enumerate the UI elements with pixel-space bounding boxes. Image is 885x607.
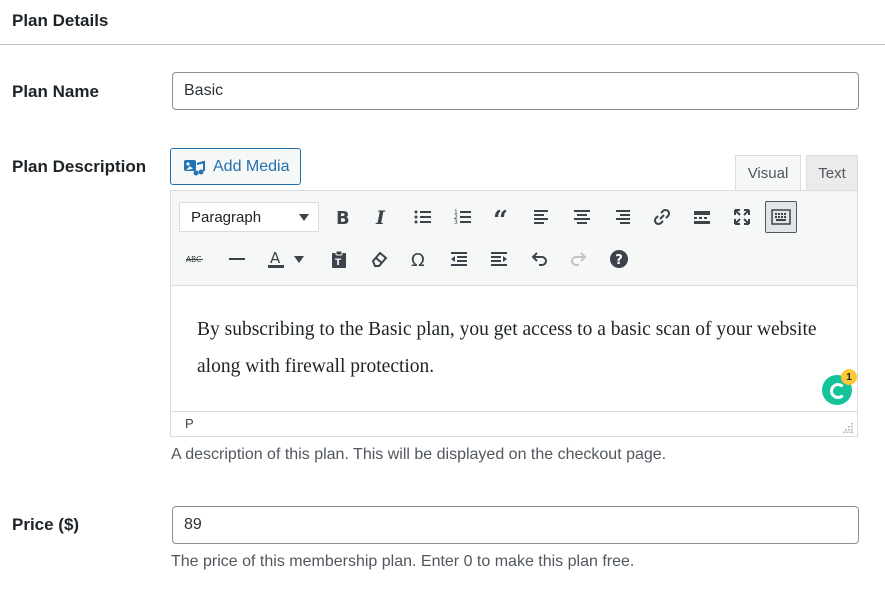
format-select[interactable]: Paragraph [179,202,319,232]
svg-text:I: I [375,207,386,227]
section-header: Plan Details [0,0,885,45]
svg-text:Ω: Ω [411,250,425,269]
chevron-down-icon [294,255,304,263]
undo-icon[interactable] [523,243,555,275]
editor-toolbar: Paragraph B I 123 “ ABC A T Ω ? [171,191,857,286]
text-color-icon[interactable]: A [260,243,292,275]
add-media-icon [184,159,205,175]
svg-text:B: B [336,208,350,227]
blockquote-icon[interactable]: “ [487,201,519,233]
chevron-down-icon [299,214,309,221]
special-character-icon[interactable]: Ω [403,243,435,275]
help-icon[interactable]: ? [603,243,635,275]
redo-icon[interactable] [563,243,595,275]
align-center-icon[interactable] [566,201,598,233]
grammarly-badge: 1 [841,369,857,385]
format-select-value: Paragraph [191,208,262,226]
strikethrough-icon[interactable]: ABC [180,243,212,275]
description-help-text: A description of this plan. This will be… [171,446,667,463]
italic-icon[interactable]: I [366,201,398,233]
add-media-label: Add Media [213,157,290,175]
svg-text:?: ? [615,253,623,268]
svg-text:3: 3 [454,219,458,226]
plan-description-label: Plan Description [12,157,147,176]
numbered-list-icon[interactable]: 123 [447,201,479,233]
editor-content[interactable]: By subscribing to the Basic plan, you ge… [197,311,837,385]
clear-formatting-icon[interactable] [363,243,395,275]
plan-name-label: Plan Name [12,82,99,101]
resize-handle-icon[interactable] [843,423,853,433]
description-editor: Paragraph B I 123 “ ABC A T Ω ? By subsc… [170,190,858,437]
svg-text:T: T [335,258,342,268]
outdent-icon[interactable] [443,243,475,275]
svg-text:A: A [270,249,281,267]
indent-icon[interactable] [483,243,515,275]
price-label: Price ($) [12,515,80,534]
text-color-dropdown[interactable] [289,243,309,275]
section-title: Plan Details [12,11,109,30]
editor-statusbar: P [171,411,857,436]
price-input[interactable]: 89 [172,506,859,544]
price-help-text: The price of this membership plan. Enter… [171,553,635,570]
fullscreen-icon[interactable] [726,201,758,233]
toolbar-toggle-icon[interactable] [765,201,797,233]
paste-text-icon[interactable]: T [323,243,355,275]
tab-visual[interactable]: Visual [735,155,801,191]
align-left-icon[interactable] [526,201,558,233]
bulleted-list-icon[interactable] [407,201,439,233]
plan-name-input[interactable]: Basic [172,72,859,110]
svg-text:“: “ [493,207,508,227]
read-more-icon[interactable] [686,201,718,233]
add-media-button[interactable]: Add Media [170,148,301,185]
element-path[interactable]: P [185,416,194,431]
horizontal-line-icon[interactable] [221,243,253,275]
align-right-icon[interactable] [606,201,638,233]
link-icon[interactable] [646,201,678,233]
bold-icon[interactable]: B [327,201,359,233]
tab-text[interactable]: Text [806,155,858,191]
